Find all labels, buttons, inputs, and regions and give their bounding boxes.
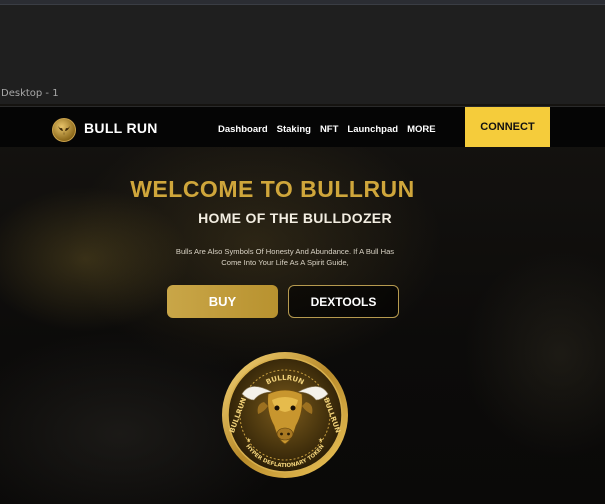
bull-coin-emblem: BULLRUN BULLRUN BULLRUN HYPER DEFLATIONA…	[222, 352, 348, 478]
connect-button[interactable]: CONNECT	[465, 107, 550, 147]
brand-name[interactable]: BULL RUN	[84, 120, 158, 136]
bull-head-icon[interactable]	[52, 118, 76, 142]
nav-links: Dashboard Staking NFT Launchpad MORE	[218, 124, 436, 135]
editor-canvas: Desktop - 1 BULL RUN Dashboard Staking N…	[0, 0, 605, 504]
coin-star-left: ★	[246, 437, 251, 444]
navbar: BULL RUN Dashboard Staking NFT Launchpad…	[0, 106, 605, 147]
editor-top-bar	[0, 0, 605, 5]
nav-link-nft[interactable]: NFT	[320, 124, 338, 135]
nav-link-staking[interactable]: Staking	[277, 124, 311, 135]
frame-label[interactable]: Desktop - 1	[1, 88, 59, 99]
bull-left-eye	[274, 405, 280, 411]
coin-star-right: ★	[318, 437, 323, 444]
hero-subtitle: HOME OF THE BULLDOZER	[198, 210, 392, 226]
nav-link-launchpad[interactable]: Launchpad	[347, 124, 398, 135]
desktop-frame: BULL RUN Dashboard Staking NFT Launchpad…	[0, 104, 605, 504]
nav-link-dashboard[interactable]: Dashboard	[218, 124, 268, 135]
buy-button[interactable]: BUY	[167, 285, 278, 318]
hero-title: WELCOME TO BULLRUN	[130, 176, 415, 202]
hero-description: Bulls Are Also Symbols Of Honesty And Ab…	[175, 247, 395, 267]
nav-link-more[interactable]: MORE	[407, 124, 436, 135]
bull-head-icon-glyph	[58, 126, 70, 135]
bull-nostril-left	[280, 432, 283, 436]
bull-snout	[276, 427, 294, 441]
dextools-button[interactable]: DEXTOOLS	[288, 285, 399, 318]
bull-right-eye	[290, 405, 296, 411]
bull-nostril-right	[287, 432, 290, 436]
